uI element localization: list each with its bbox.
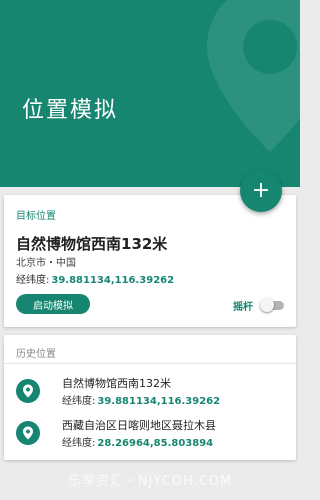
- divider: [4, 363, 296, 364]
- coordinates-value: 39.881134,116.39262: [97, 396, 221, 407]
- target-section-title: 目标位置: [16, 211, 56, 222]
- history-card: 历史位置 自然博物馆西南132米 经纬度: 39.881134,116.39262…: [4, 335, 296, 460]
- watermark: 乐享资汇・NJYCOH.COM: [67, 474, 233, 489]
- target-location-region: 北京市・中国: [16, 258, 76, 269]
- add-location-button[interactable]: +: [240, 170, 282, 212]
- page-title: 位置模拟: [22, 98, 119, 123]
- joystick-toggle[interactable]: [260, 298, 284, 312]
- map-pin-icon: [207, 0, 300, 152]
- toggle-thumb: [260, 298, 274, 312]
- joystick-label: 摇杆: [233, 302, 253, 313]
- coordinates-value: 28.26964,85.803894: [97, 438, 214, 449]
- target-location-name: 自然博物馆西南132米: [16, 235, 168, 253]
- start-simulation-button[interactable]: 启动模拟: [16, 294, 90, 314]
- history-item[interactable]: 西藏自治区日喀则地区聂拉木县 经纬度: 28.26964,85.803894: [4, 415, 296, 459]
- history-item-coordinates: 经纬度: 28.26964,85.803894: [62, 434, 213, 449]
- history-section-title: 历史位置: [16, 349, 56, 360]
- history-item-name: 自然博物馆西南132米: [62, 377, 171, 390]
- plus-icon: +: [251, 178, 271, 203]
- map-pin-icon: [16, 379, 40, 403]
- coordinates-label: 经纬度:: [62, 396, 96, 407]
- history-item[interactable]: 自然博物馆西南132米 经纬度: 39.881134,116.39262: [4, 373, 296, 417]
- coordinates-value: 39.881134,116.39262: [51, 275, 175, 286]
- map-pin-icon: [16, 421, 40, 445]
- coordinates-label: 经纬度:: [62, 438, 96, 449]
- coordinates-label: 经纬度:: [16, 275, 50, 286]
- history-item-coordinates: 经纬度: 39.881134,116.39262: [62, 392, 220, 407]
- target-coordinates: 经纬度: 39.881134,116.39262: [16, 271, 174, 286]
- history-item-name: 西藏自治区日喀则地区聂拉木县: [62, 419, 216, 432]
- target-location-card: 目标位置 自然博物馆西南132米 北京市・中国 经纬度: 39.881134,11…: [4, 195, 296, 327]
- app-header: 位置模拟: [0, 0, 300, 187]
